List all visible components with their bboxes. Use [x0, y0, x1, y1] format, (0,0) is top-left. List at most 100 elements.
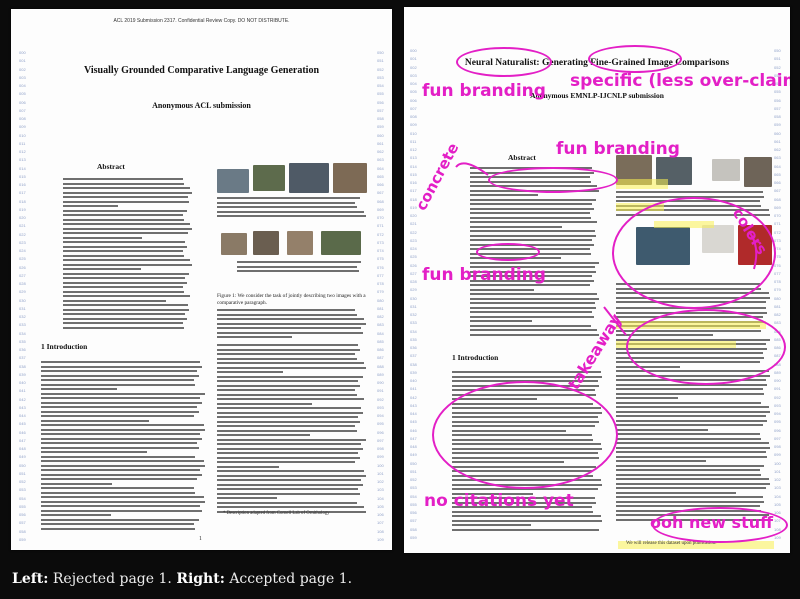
abstract-text	[63, 178, 193, 331]
text-line	[63, 227, 192, 230]
figure-1-caption: Figure 1: We consider the task of jointl…	[217, 293, 366, 306]
line-number: 037	[19, 355, 26, 361]
bird-photo	[217, 169, 249, 193]
line-number: 003	[19, 74, 26, 80]
line-number: 048	[19, 446, 26, 451]
text-line	[217, 366, 366, 369]
line-number: 063	[377, 157, 384, 163]
line-number: 096	[377, 429, 384, 435]
text-line	[63, 236, 143, 239]
text-line	[217, 425, 355, 427]
line-number: 009	[19, 124, 26, 130]
line-number: 077	[377, 272, 384, 278]
line-number: 061	[377, 140, 384, 146]
paper-author: Anonymous ACL submission	[152, 101, 251, 110]
text-line	[63, 299, 166, 302]
line-number: 078	[377, 281, 384, 286]
figure-caption-continued	[217, 309, 367, 341]
right-column-text	[217, 344, 367, 515]
text-line	[217, 492, 360, 495]
text-line	[217, 201, 355, 204]
line-number: 042	[19, 396, 26, 402]
text-line	[217, 407, 361, 409]
text-line	[217, 479, 361, 481]
line-number: 006	[19, 99, 26, 105]
bird-photo	[333, 163, 367, 193]
owl-photo	[253, 231, 279, 255]
text-line	[217, 322, 366, 325]
text-line	[41, 505, 201, 507]
line-number: 041	[19, 388, 26, 394]
text-line	[41, 424, 204, 426]
text-line	[41, 401, 203, 404]
line-number: 071	[377, 223, 384, 229]
text-line	[41, 478, 198, 480]
text-line	[41, 392, 206, 395]
text-line	[217, 447, 363, 450]
figure-caption-text	[217, 197, 367, 220]
text-line	[217, 420, 360, 423]
line-number: 089	[377, 371, 384, 377]
text-line	[41, 469, 201, 471]
text-line	[217, 501, 357, 504]
text-line	[41, 397, 201, 399]
accepted-paper-page: 000 001 002 003 004 005 006 007 008 009 010 011 012 0…	[404, 7, 790, 553]
line-number: 049	[19, 454, 26, 460]
text-line	[41, 527, 196, 530]
text-line	[41, 491, 196, 494]
text-line	[217, 331, 363, 334]
text-line	[217, 327, 361, 329]
line-number: 051	[377, 58, 384, 64]
line-number: 108	[377, 528, 384, 534]
line-number: 106	[377, 512, 384, 517]
line-number: 107	[377, 520, 384, 526]
line-number: 054	[377, 83, 384, 88]
text-line	[63, 313, 186, 315]
line-number: 080	[377, 297, 384, 303]
text-line	[217, 357, 357, 360]
text-line	[63, 277, 186, 279]
line-number: 068	[377, 198, 384, 204]
line-number: 074	[377, 248, 384, 253]
line-number: 019	[19, 206, 26, 212]
text-line	[63, 317, 187, 320]
text-line	[217, 506, 364, 508]
text-line	[41, 428, 206, 431]
owl-photo	[221, 233, 247, 255]
line-number: 090	[377, 380, 384, 385]
text-line	[41, 370, 198, 372]
text-line	[63, 182, 184, 185]
annotation-no-citations: no citations yet	[424, 491, 574, 511]
text-line	[217, 384, 360, 387]
line-number: 031	[19, 305, 26, 311]
text-line	[63, 214, 183, 216]
text-line	[217, 483, 363, 486]
line-number: 058	[19, 528, 26, 534]
text-line	[63, 250, 183, 252]
line-number: 055	[19, 503, 26, 509]
text-line	[63, 272, 190, 275]
line-number: 001	[19, 58, 26, 64]
text-line	[41, 518, 199, 521]
text-line	[41, 473, 203, 476]
text-line	[63, 245, 187, 248]
text-line	[41, 446, 199, 449]
line-number: 051	[19, 470, 26, 476]
text-line	[217, 461, 355, 463]
line-number: 008	[19, 116, 26, 121]
line-number: 067	[377, 190, 384, 196]
text-line	[217, 348, 360, 351]
intro-text	[41, 361, 207, 532]
text-line	[217, 470, 364, 472]
line-number: 057	[377, 107, 384, 113]
line-number: 084	[377, 330, 384, 336]
line-number: 065	[377, 173, 384, 179]
line-number: 010	[19, 132, 26, 138]
line-number: 053	[377, 74, 384, 80]
line-number: 014	[19, 165, 26, 171]
text-line	[63, 263, 192, 266]
text-line	[217, 456, 360, 459]
line-number: 085	[377, 338, 384, 344]
line-number: 101	[377, 470, 384, 476]
text-line	[217, 206, 357, 208]
